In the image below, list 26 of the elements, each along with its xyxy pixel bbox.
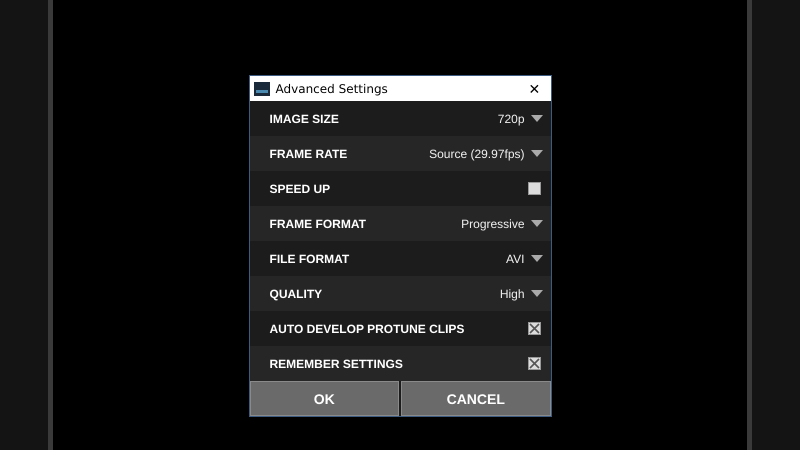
checkbox[interactable] xyxy=(528,322,540,335)
dropdown[interactable]: Source (29.97fps) xyxy=(429,146,542,160)
window-title: Advanced Settings xyxy=(276,82,389,96)
setting-label: REMEMBER SETTINGS xyxy=(270,356,404,370)
caret-icon xyxy=(530,115,542,122)
setting-label: FRAME RATE xyxy=(270,146,348,160)
setting-label: FRAME FORMAT xyxy=(270,216,367,230)
caret-icon xyxy=(530,220,542,227)
caret-icon xyxy=(530,150,542,157)
caret-icon xyxy=(530,290,542,297)
checkbox[interactable] xyxy=(528,182,540,195)
dropdown[interactable]: 720p xyxy=(498,112,542,126)
dialog-button[interactable]: CANCEL xyxy=(401,381,550,416)
setting-label: SPEED UP xyxy=(270,182,332,196)
setting-label: AUTO DEVELOP PROTUNE CLIPS xyxy=(270,322,466,336)
dropdown[interactable]: High xyxy=(500,286,542,300)
dropdown[interactable]: AVI xyxy=(506,252,542,266)
setting-label: FILE FORMAT xyxy=(270,252,350,266)
app-logo-icon xyxy=(254,82,270,96)
setting-label: IMAGE SIZE xyxy=(270,112,340,126)
setting-label: QUALITY xyxy=(270,286,324,300)
dialog-button[interactable]: OK xyxy=(250,381,399,416)
dropdown[interactable]: Progressive xyxy=(461,216,542,230)
close-button[interactable]: ✕ xyxy=(522,80,546,96)
caret-icon xyxy=(530,255,542,262)
checkbox[interactable] xyxy=(528,357,540,370)
